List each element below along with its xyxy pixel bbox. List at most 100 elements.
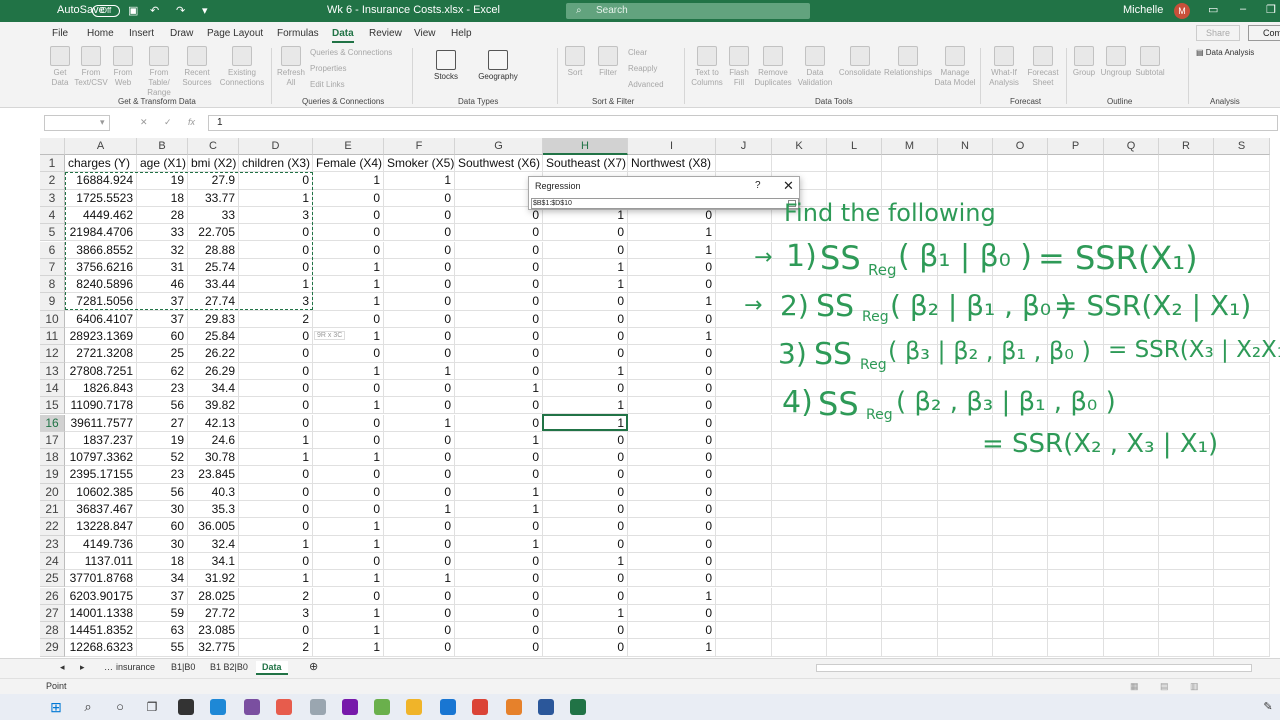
row-header[interactable]: 10 — [40, 310, 65, 328]
search-box[interactable]: ⌕ Search — [566, 3, 810, 19]
table-cell[interactable]: 40.3 — [188, 483, 239, 501]
normal-view-icon[interactable]: ▦ — [1130, 681, 1139, 692]
sort-button[interactable]: Sort — [562, 46, 588, 78]
column-header-b[interactable]: B — [137, 138, 188, 155]
table-cell[interactable]: 2 — [239, 587, 313, 605]
consolidate-button[interactable]: Consolidate — [838, 46, 882, 78]
table-cell[interactable]: 27 — [137, 414, 188, 432]
prev-sheet-icon[interactable]: ◂ — [60, 662, 65, 673]
table-cell[interactable]: 0 — [628, 501, 716, 519]
row-header[interactable]: 16 — [40, 414, 65, 432]
app-icon[interactable] — [374, 699, 390, 715]
table-cell[interactable]: 1 — [313, 362, 384, 380]
table-cell[interactable]: 37 — [137, 293, 188, 311]
table-cell[interactable]: 0 — [455, 397, 543, 415]
table-cell[interactable]: 0 — [455, 224, 543, 242]
table-cell[interactable]: 0 — [455, 345, 543, 363]
tab-draw[interactable]: Draw — [170, 28, 193, 39]
from-table-button[interactable]: From Table/ Range — [138, 46, 180, 98]
table-cell[interactable]: 1 — [384, 570, 455, 588]
table-cell[interactable]: 21984.4706 — [65, 224, 137, 242]
cancel-icon[interactable]: ✕ — [140, 117, 148, 128]
table-cell[interactable]: 0 — [628, 258, 716, 277]
from-text-csv-button[interactable]: From Text/CSV — [74, 46, 108, 88]
table-cell[interactable]: 0 — [384, 328, 455, 346]
column-title-cell[interactable]: charges (Y) — [65, 155, 137, 173]
table-cell[interactable]: 0 — [239, 241, 313, 259]
flash-fill-button[interactable]: Flash Fill — [726, 46, 752, 88]
table-cell[interactable]: 0 — [628, 414, 716, 432]
table-cell[interactable]: 0 — [628, 622, 716, 640]
table-cell[interactable]: 0 — [628, 310, 716, 328]
table-cell[interactable]: 1837.237 — [65, 431, 137, 450]
table-cell[interactable]: 1 — [313, 535, 384, 553]
tab-page-layout[interactable]: Page Layout — [207, 28, 263, 39]
from-web-button[interactable]: From Web — [108, 46, 138, 88]
row-header[interactable]: 1 — [40, 155, 65, 173]
table-cell[interactable]: 0 — [455, 293, 543, 311]
windows-start-icon[interactable]: ⊞ — [48, 699, 64, 715]
table-cell[interactable]: 33 — [188, 206, 239, 225]
table-cell[interactable]: 30 — [137, 501, 188, 519]
search-taskbar-icon[interactable]: ⌕ — [80, 699, 96, 715]
table-cell[interactable]: 0 — [628, 518, 716, 536]
page-break-view-icon[interactable]: ▥ — [1190, 681, 1199, 692]
table-cell[interactable]: 0 — [239, 345, 313, 363]
table-cell[interactable]: 1 — [313, 518, 384, 536]
column-title-cell[interactable] — [993, 155, 1048, 173]
undo-icon[interactable]: ↶ — [150, 4, 159, 17]
table-cell[interactable]: 16884.924 — [65, 172, 137, 190]
table-cell[interactable]: 32 — [137, 241, 188, 259]
tab-review[interactable]: Review — [369, 28, 402, 39]
table-cell[interactable]: 0 — [455, 414, 543, 432]
column-header-o[interactable]: O — [993, 138, 1048, 155]
table-cell[interactable]: 31.92 — [188, 570, 239, 588]
table-cell[interactable]: 0 — [543, 483, 628, 501]
minimize-icon[interactable]: – — [1240, 3, 1246, 15]
table-cell[interactable]: 1 — [628, 224, 716, 242]
table-cell[interactable]: 1826.843 — [65, 379, 137, 398]
table-cell[interactable]: 0 — [384, 241, 455, 259]
table-cell[interactable]: 6406.4107 — [65, 310, 137, 328]
task-view-icon[interactable]: ❐ — [144, 699, 160, 715]
table-cell[interactable]: 2 — [239, 639, 313, 657]
table-cell[interactable]: 1 — [313, 397, 384, 415]
refresh-all-button[interactable]: Refresh All — [274, 46, 308, 88]
advanced-button[interactable]: Advanced — [628, 80, 664, 89]
column-header-n[interactable]: N — [938, 138, 993, 155]
row-header[interactable]: 22 — [40, 518, 65, 536]
table-cell[interactable]: 0 — [455, 310, 543, 328]
table-cell[interactable]: 0 — [628, 483, 716, 501]
table-cell[interactable]: 1 — [384, 414, 455, 432]
table-cell[interactable]: 3866.8552 — [65, 241, 137, 259]
row-header[interactable]: 20 — [40, 483, 65, 501]
table-cell[interactable]: 63 — [137, 622, 188, 640]
table-cell[interactable]: 0 — [239, 328, 313, 346]
table-cell[interactable]: 1 — [628, 241, 716, 259]
row-header[interactable]: 13 — [40, 362, 65, 380]
table-cell[interactable]: 36837.467 — [65, 501, 137, 519]
table-cell[interactable]: 34.4 — [188, 379, 239, 398]
mail-icon[interactable] — [440, 699, 456, 715]
tab-formulas[interactable]: Formulas — [277, 28, 319, 39]
what-if-analysis-button[interactable]: What-If Analysis — [986, 46, 1022, 88]
table-cell[interactable]: 1 — [313, 293, 384, 311]
redo-icon[interactable]: ↷ — [176, 4, 185, 17]
table-cell[interactable]: 30.78 — [188, 449, 239, 467]
table-cell[interactable]: 0 — [543, 535, 628, 553]
forecast-sheet-button[interactable]: Forecast Sheet — [1024, 46, 1062, 88]
table-cell[interactable]: 18 — [137, 189, 188, 207]
table-cell[interactable]: 2 — [239, 310, 313, 328]
table-cell[interactable]: 0 — [313, 189, 384, 207]
table-cell[interactable]: 1 — [628, 639, 716, 657]
edit-links-button[interactable]: Edit Links — [310, 80, 345, 89]
table-cell[interactable]: 0 — [543, 310, 628, 328]
table-cell[interactable]: 0 — [313, 379, 384, 398]
table-cell[interactable]: 0 — [313, 552, 384, 571]
row-header[interactable]: 11 — [40, 328, 65, 346]
column-header-s[interactable]: S — [1214, 138, 1270, 155]
table-cell[interactable]: 0 — [628, 552, 716, 571]
tab-insert[interactable]: Insert — [129, 28, 154, 39]
manage-data-model-button[interactable]: Manage Data Model — [934, 46, 976, 88]
table-cell[interactable]: 0 — [239, 172, 313, 190]
